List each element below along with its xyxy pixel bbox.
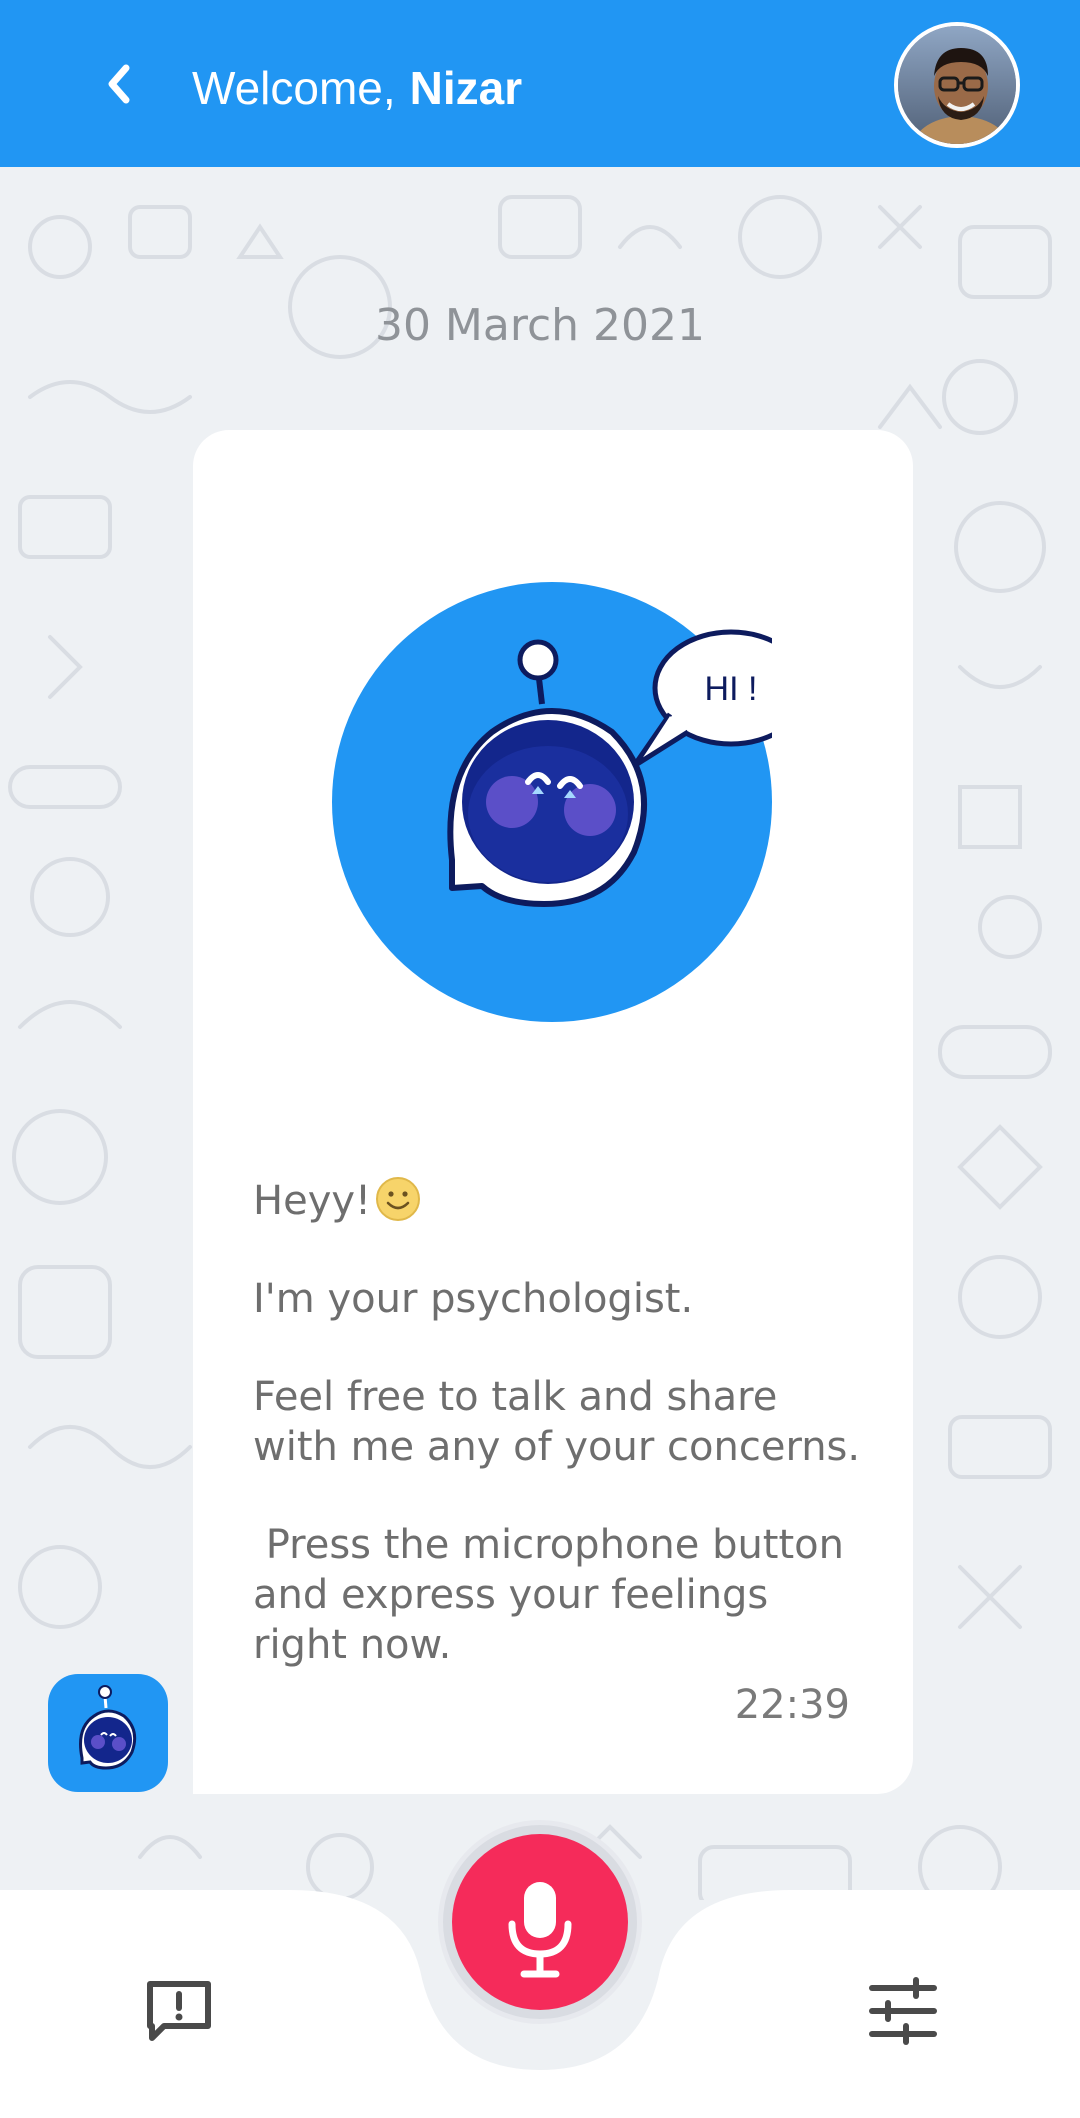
message-share: Feel free to talk and share with me any … bbox=[253, 1374, 861, 1470]
bot-message-text: Heyy! I'm your psychologist. Feel free t… bbox=[253, 1176, 873, 1670]
bot-avatar[interactable] bbox=[48, 1674, 168, 1792]
welcome-title: Welcome, Nizar bbox=[192, 60, 522, 116]
chevron-left-icon bbox=[108, 64, 130, 104]
app-header: Welcome, Nizar bbox=[0, 0, 1080, 167]
settings-sliders-icon bbox=[869, 1977, 937, 2045]
settings-button[interactable] bbox=[866, 1976, 940, 2046]
avatar-photo bbox=[898, 26, 1016, 144]
smile-emoji-icon bbox=[376, 1177, 421, 1221]
microphone-icon bbox=[508, 1882, 572, 1978]
robot-icon bbox=[79, 1685, 137, 1770]
welcome-greeting: Welcome, bbox=[192, 62, 396, 114]
user-name: Nizar bbox=[409, 62, 523, 114]
user-avatar[interactable] bbox=[894, 22, 1020, 148]
message-action: Press the microphone button and express … bbox=[253, 1522, 857, 1668]
feedback-icon bbox=[147, 1981, 211, 2041]
message-timestamp: 22:39 bbox=[734, 1682, 850, 1728]
message-greeting: Heyy! bbox=[253, 1178, 372, 1224]
robot-illustration: HI ! bbox=[332, 582, 810, 1022]
back-button[interactable] bbox=[92, 56, 148, 112]
date-separator: 30 March 2021 bbox=[374, 300, 706, 351]
feedback-button[interactable] bbox=[142, 1976, 216, 2046]
message-intro: I'm your psychologist. bbox=[253, 1276, 694, 1322]
microphone-button[interactable] bbox=[452, 1834, 628, 2010]
speech-bubble-text: HI ! bbox=[705, 670, 758, 708]
